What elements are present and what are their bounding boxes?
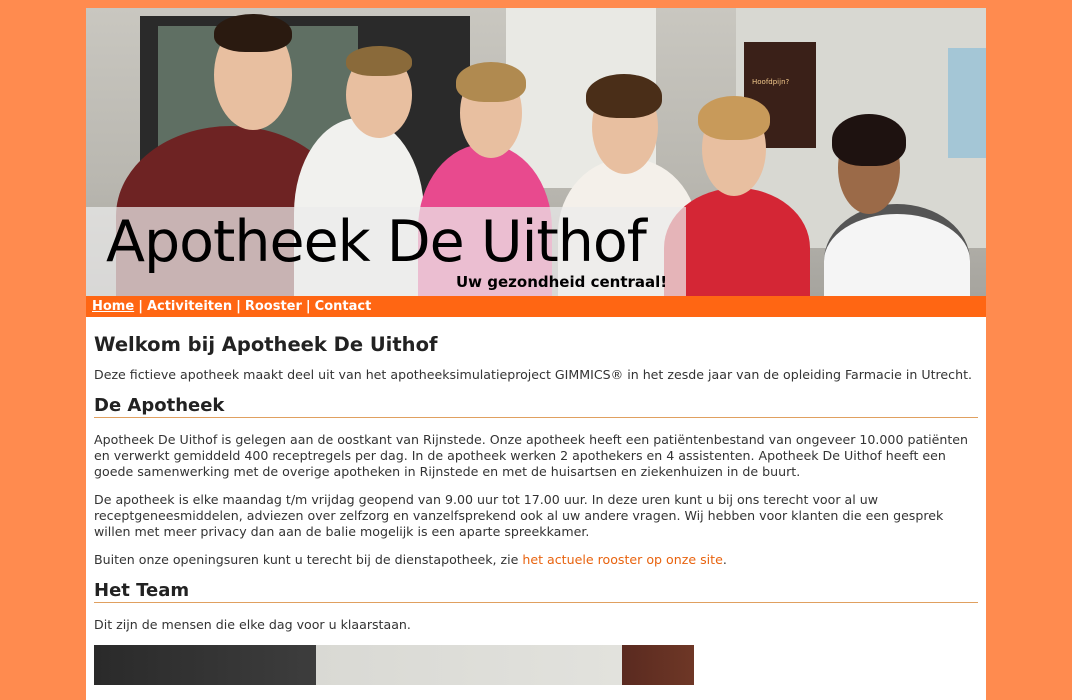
wall-map xyxy=(948,48,986,158)
main-nav: Home | Activiteiten | Rooster | Contact xyxy=(86,296,986,317)
team-photo xyxy=(94,645,694,685)
dienst-paragraph: Buiten onze openingsuren kunt u terecht … xyxy=(94,552,978,568)
nav-contact[interactable]: Contact xyxy=(315,299,372,314)
main-content: Welkom bij Apotheek De Uithof Deze ficti… xyxy=(86,317,986,685)
header-banner-photo: Hoofdpijn? Apotheek De Uithof Uw gezondh… xyxy=(86,8,986,296)
person-6-hair xyxy=(832,114,906,166)
section-heading-team: Het Team xyxy=(94,580,978,603)
nav-separator: | xyxy=(236,299,241,314)
dienst-text-end: . xyxy=(722,552,727,567)
rooster-link[interactable]: het actuele rooster op onze site xyxy=(522,552,722,567)
poster-heading: Hoofdpijn? xyxy=(752,78,790,86)
section-heading-apotheek: De Apotheek xyxy=(94,395,978,418)
apotheek-paragraph-1: Apotheek De Uithof is gelegen aan de oos… xyxy=(94,432,969,479)
person-1-hair xyxy=(214,14,292,52)
site-tagline: Uw gezondheid centraal! xyxy=(456,273,668,291)
nav-rooster[interactable]: Rooster xyxy=(245,299,302,314)
apotheek-paragraph-2: De apotheek is elke maandag t/m vrijdag … xyxy=(94,492,944,539)
person-2-hair xyxy=(346,46,412,76)
nav-activiteiten[interactable]: Activiteiten xyxy=(147,299,232,314)
page-container: Hoofdpijn? Apotheek De Uithof Uw gezondh… xyxy=(86,8,986,700)
team-paragraph: Dit zijn de mensen die elke dag voor u k… xyxy=(94,617,411,632)
person-4-hair xyxy=(586,74,662,118)
dienst-text: Buiten onze openingsuren kunt u terecht … xyxy=(94,552,523,567)
intro-paragraph: Deze fictieve apotheek maakt deel uit va… xyxy=(94,367,973,382)
nav-separator: | xyxy=(138,299,143,314)
site-title: Apotheek De Uithof xyxy=(106,209,647,275)
person-5-hair xyxy=(698,96,770,140)
person-3-hair xyxy=(456,62,526,102)
page-title: Welkom bij Apotheek De Uithof xyxy=(94,333,438,356)
title-overlay: Apotheek De Uithof Uw gezondheid centraa… xyxy=(86,207,686,296)
nav-separator: | xyxy=(305,299,311,314)
nav-home[interactable]: Home xyxy=(92,299,134,314)
